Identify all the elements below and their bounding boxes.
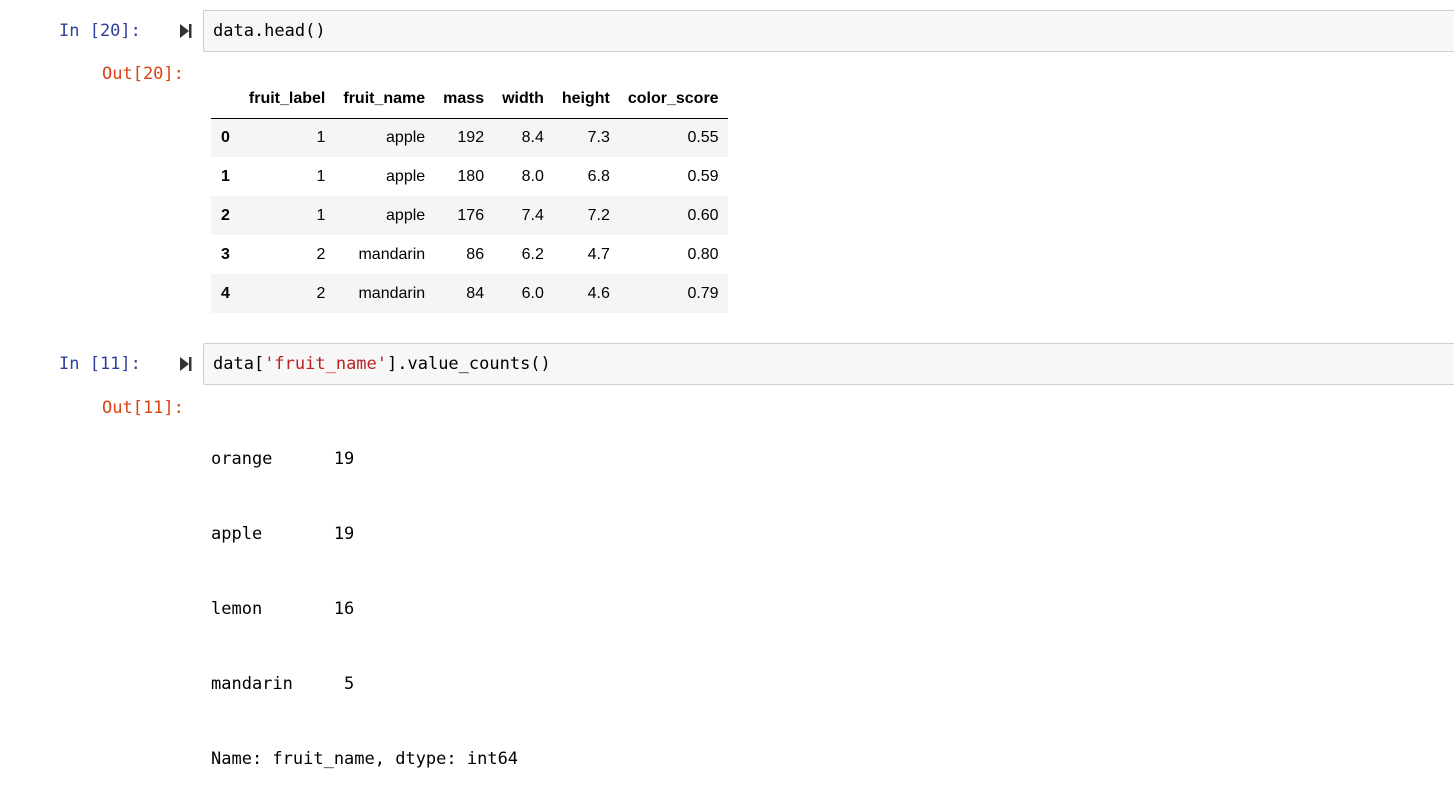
table-cell: 6.8 (587, 167, 610, 185)
output-line: apple 19 (211, 524, 355, 544)
table-cell: apple (386, 206, 426, 224)
table-cell: 4.6 (587, 284, 610, 302)
in-prompt-11: In [11]: (59, 354, 141, 374)
table-cell: 176 (457, 206, 485, 224)
table-cell: 0.55 (687, 128, 719, 146)
column-header: fruit_name (334, 80, 435, 119)
column-header: height (552, 80, 619, 119)
in-prompt-20: In [20]: (59, 21, 141, 41)
dataframe-table: fruit_label fruit_name mass width height… (211, 80, 728, 313)
table-row: 1 1 apple 180 8.0 6.8 0.59 (211, 157, 728, 196)
output-line: mandarin 5 (211, 674, 355, 694)
table-cell: 0.79 (687, 284, 719, 302)
column-header: color_score (618, 80, 728, 119)
column-header: mass (434, 80, 494, 119)
column-header: width (493, 80, 553, 119)
table-cell: 84 (466, 284, 485, 302)
row-index: 4 (221, 284, 230, 302)
table-row: 2 1 apple 176 7.4 7.2 0.60 (211, 196, 728, 235)
code-text: data.head() (213, 21, 326, 41)
run-cell-icon[interactable] (178, 22, 194, 40)
table-row: 4 2 mandarin 84 6.0 4.6 0.79 (211, 274, 728, 313)
run-cell-icon[interactable] (178, 355, 194, 373)
code-cell-11[interactable]: data['fruit_name'].value_counts() (203, 343, 1454, 385)
output-line: orange 19 (211, 449, 355, 469)
table-cell: mandarin (358, 245, 426, 263)
code-text-suffix: ].value_counts() (387, 354, 551, 374)
output-line: lemon 16 (211, 599, 355, 619)
table-row: 0 1 apple 192 8.4 7.3 0.55 (211, 118, 728, 157)
table-header-row: fruit_label fruit_name mass width height… (211, 80, 728, 119)
table-cell: 7.3 (587, 128, 610, 146)
table-cell: 8.4 (521, 128, 544, 146)
table-cell: 2 (316, 284, 326, 302)
code-string-literal: 'fruit_name' (264, 354, 388, 374)
table-row: 3 2 mandarin 86 6.2 4.7 0.80 (211, 235, 728, 274)
column-header (211, 80, 240, 119)
out-prompt-20: Out[20]: (102, 64, 184, 84)
table-cell: 1 (316, 167, 326, 185)
table-cell: mandarin (358, 284, 426, 302)
table-cell: 6.0 (521, 284, 544, 302)
table-cell: 1 (316, 206, 326, 224)
code-cell-20[interactable]: data.head() (203, 10, 1454, 52)
output-line: Name: fruit_name, dtype: int64 (211, 749, 519, 769)
table-cell: 192 (457, 128, 485, 146)
row-index: 1 (221, 167, 230, 185)
value-counts-output: orange 19 apple 19 lemon 16 mandarin 5 N… (211, 397, 518, 797)
table-cell: 86 (466, 245, 485, 263)
table-cell: 1 (316, 128, 326, 146)
column-header: fruit_label (239, 80, 335, 119)
table-cell: 7.4 (521, 206, 544, 224)
table-cell: 7.2 (587, 206, 610, 224)
table-cell: 2 (316, 245, 326, 263)
table-cell: 180 (457, 167, 485, 185)
row-index: 2 (221, 206, 230, 224)
row-index: 0 (221, 128, 230, 146)
table-cell: apple (386, 167, 426, 185)
table-cell: 0.80 (687, 245, 719, 263)
table-cell: 6.2 (521, 245, 544, 263)
out-prompt-11: Out[11]: (102, 398, 184, 418)
table-cell: 4.7 (587, 245, 610, 263)
table-cell: 8.0 (521, 167, 544, 185)
code-text-prefix: data[ (213, 354, 265, 374)
row-index: 3 (221, 245, 230, 263)
table-cell: apple (386, 128, 426, 146)
table-cell: 0.59 (687, 167, 719, 185)
table-cell: 0.60 (687, 206, 719, 224)
